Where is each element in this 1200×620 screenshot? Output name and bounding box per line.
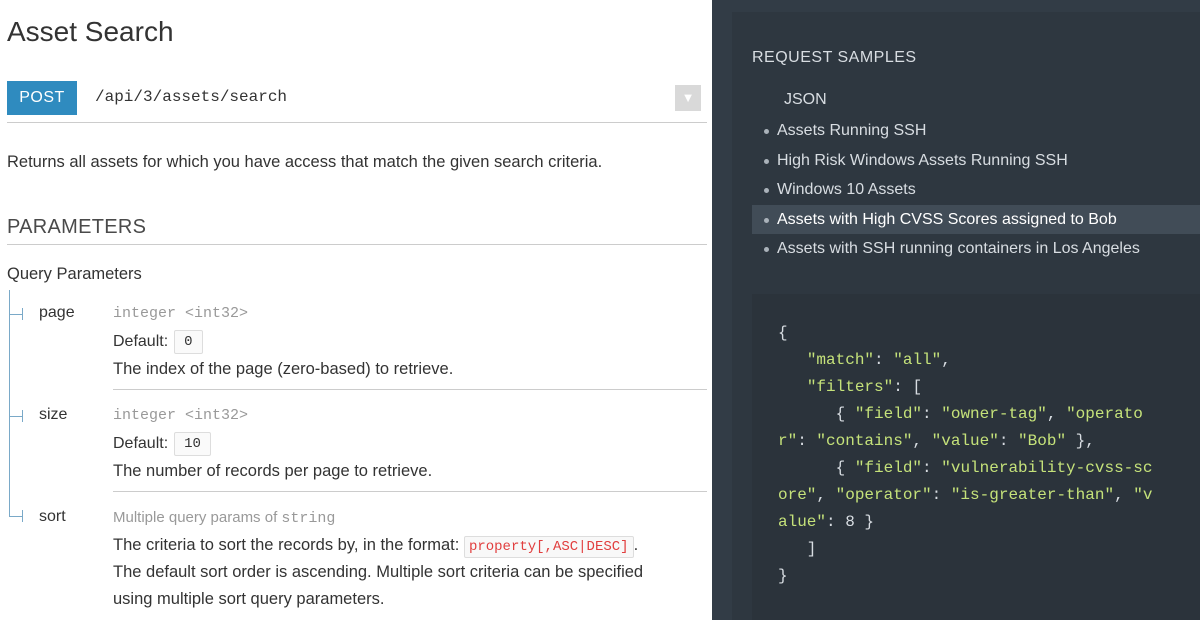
tree-branch	[9, 516, 23, 517]
sample-item[interactable]: High Risk Windows Assets Running SSH	[752, 146, 1200, 176]
param-description-sort: The criteria to sort the records by, in …	[113, 532, 703, 613]
sample-item[interactable]: Assets Running SSH	[752, 116, 1200, 146]
param-default-size: Default: 10	[113, 432, 211, 456]
sample-item-label: Windows 10 Assets	[777, 181, 916, 198]
default-value: 10	[174, 432, 211, 456]
param-tree-line	[9, 290, 10, 516]
param-description-page: The index of the page (zero-based) to re…	[113, 360, 454, 378]
endpoint-path: /api/3/assets/search	[95, 88, 288, 106]
sample-item[interactable]: Assets with High CVSS Scores assigned to…	[752, 204, 1200, 234]
param-name-sort: sort	[39, 508, 66, 525]
tree-branch-end	[22, 410, 23, 422]
default-label: Default:	[113, 333, 169, 351]
type-prefix: Multiple query params of	[113, 509, 278, 526]
sort-desc-line2: The default sort order is ascending. Mul…	[113, 563, 644, 581]
json-code: { "match": "all", "filters": [ { "field"…	[778, 324, 1153, 585]
param-name-page: page	[39, 304, 75, 321]
default-label: Default:	[113, 435, 169, 453]
sort-desc-a: The criteria to sort the records by, in …	[113, 536, 460, 554]
sample-format-tab[interactable]: JSON	[784, 91, 827, 109]
endpoint-description: Returns all assets for which you have ac…	[7, 153, 603, 171]
bullet-icon	[764, 158, 769, 164]
param-default-page: Default: 0	[113, 330, 203, 354]
request-samples-panel: REQUEST SAMPLES JSON Assets Running SSH H…	[712, 0, 1200, 620]
param-type-sort: Multiple query params of string	[113, 509, 335, 527]
parameters-heading: PARAMETERS	[7, 216, 147, 238]
param-description-size: The number of records per page to retrie…	[113, 462, 433, 480]
query-parameters-heading: Query Parameters	[7, 265, 142, 283]
docs-panel: Asset Search POST /api/3/assets/search ▼…	[0, 0, 712, 620]
page-title: Asset Search	[7, 16, 174, 47]
tree-branch	[9, 416, 23, 417]
http-method-badge: POST	[7, 81, 77, 115]
divider	[113, 389, 707, 390]
default-value: 0	[174, 330, 203, 354]
divider	[7, 244, 707, 245]
tree-branch-end	[22, 510, 23, 522]
endpoint-bar[interactable]: POST /api/3/assets/search ▼	[7, 80, 707, 123]
tree-branch-end	[22, 308, 23, 320]
sort-desc-b: .	[633, 536, 639, 554]
sample-item-label: Assets with High CVSS Scores assigned to…	[777, 210, 1117, 228]
code-sample: { "match": "all", "filters": [ { "field"…	[752, 294, 1200, 620]
bullet-icon	[764, 247, 769, 252]
type-mono: string	[281, 510, 336, 527]
bullet-icon	[764, 188, 769, 193]
request-samples-heading: REQUEST SAMPLES	[752, 49, 917, 66]
param-type-size: integer <int32>	[113, 407, 249, 424]
sample-item-label: Assets with SSH running containers in Lo…	[777, 240, 1140, 257]
chevron-down-icon[interactable]: ▼	[675, 85, 701, 111]
tree-branch	[9, 314, 23, 315]
param-name-size: size	[39, 406, 68, 423]
bullet-icon	[764, 129, 769, 134]
bullet-icon	[764, 217, 769, 223]
sample-list: Assets Running SSH High Risk Windows Asse…	[752, 116, 1200, 264]
sample-item[interactable]: Windows 10 Assets	[752, 175, 1200, 205]
divider	[113, 491, 707, 492]
sort-format-code: property[,ASC|DESC]	[463, 536, 634, 558]
param-type-page: integer <int32>	[113, 305, 249, 322]
sort-desc-line3: using multiple sort query parameters.	[113, 590, 385, 608]
sample-item-label: Assets Running SSH	[777, 122, 927, 139]
sample-item[interactable]: Assets with SSH running containers in Lo…	[752, 234, 1200, 264]
sample-item-label: High Risk Windows Assets Running SSH	[777, 151, 1068, 169]
